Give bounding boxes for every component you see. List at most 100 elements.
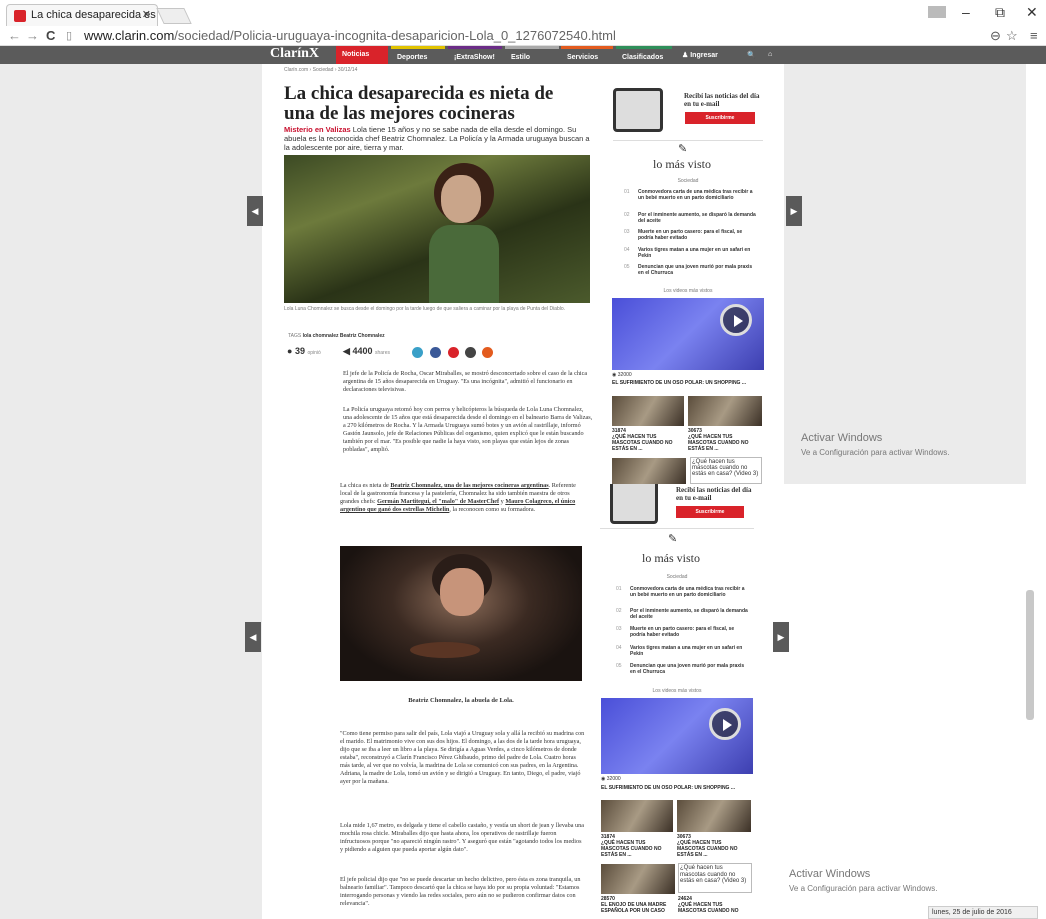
subscribe-button[interactable]: Suscribirme [676, 506, 744, 518]
menu-servicios[interactable]: Servicios [561, 46, 613, 64]
site-nav-bar: ClarínX Noticias Deportes ¡ExtraShow! Es… [0, 46, 1046, 64]
title: EL ENOJO DE UNA MADRE ESPAÑOLA POR UN CA… [601, 902, 667, 914]
title: ¿QUÉ HACEN TUS MASCOTAS CUANDO NO ESTÁS … [677, 840, 738, 858]
video-thumb-4-title[interactable]: 28570 EL ENOJO DE UNA MADRE ESPAÑOLA POR … [601, 896, 675, 914]
lola-photo[interactable] [284, 155, 590, 303]
most-viewed-item-5[interactable]: 05 Denuncian que una joven murió por mala… [616, 663, 750, 675]
most-viewed-item-1[interactable]: 01 Conmovedora carta de una médica tras r… [624, 189, 758, 201]
newsletter-text: Recibí las noticias del día en tu e-mail [676, 486, 752, 502]
right-area-bottom [772, 484, 1026, 919]
item-title: Denuncian que una joven murió por mala p… [638, 264, 753, 276]
most-viewed-item-5[interactable]: 05 Denuncian que una joven murió por mala… [624, 264, 758, 276]
most-viewed-item-1[interactable]: 01 Conmovedora carta de una médica tras r… [616, 586, 750, 598]
shares-count: ◀ 4400 shares [343, 346, 390, 357]
browser-tabbar: La chica desaparecida es ✕ – ⧉ ✕ [0, 0, 1046, 26]
most-viewed-title: lo más visto [653, 157, 712, 171]
video-thumb-3[interactable] [612, 458, 686, 484]
home-icon[interactable]: ⌂ [764, 46, 780, 64]
menu-icon[interactable]: ≡ [1030, 28, 1038, 43]
menu-deportes[interactable]: Deportes [391, 46, 445, 64]
most-viewed-item-2[interactable]: 02 Por el inminente aumento, se disparó l… [624, 212, 758, 224]
share-google-icon[interactable] [448, 347, 459, 358]
menu-extrashow[interactable]: ¡ExtraShow! [448, 46, 502, 64]
video-thumb-1-title[interactable]: 31874 ¿QUÉ HACEN TUS MASCOTAS CUANDO NO E… [601, 834, 673, 858]
share-facebook-icon[interactable] [430, 347, 441, 358]
breadcrumb[interactable]: Clarín.com › Sociedad › 30/12/14 [284, 67, 357, 73]
item-title: Conmovedora carta de una médica tras rec… [638, 189, 753, 201]
page-icon: ▯ [66, 30, 73, 42]
user-profile-icon[interactable] [928, 6, 946, 18]
video-thumb-1[interactable] [612, 396, 684, 426]
tab-close-icon[interactable]: ✕ [142, 8, 151, 21]
menu-noticias[interactable]: Noticias [336, 46, 388, 64]
most-viewed-item-2[interactable]: 02 Por el inminente aumento, se disparó l… [616, 608, 750, 620]
video-thumb-5-title[interactable]: 24624 ¿QUÉ HACEN TUS MASCOTAS CUANDO NO [678, 896, 752, 914]
video-caption-card[interactable]: ¿Qué hacen tus mascotas cuando no estás … [678, 863, 752, 893]
video-caption-card[interactable]: ¿Qué hacen tus mascotas cuando no estás … [690, 457, 762, 484]
zoom-icon[interactable]: ⊖ [990, 28, 1001, 44]
url-field[interactable]: www.clarin.com/sociedad/Policia-uruguaya… [84, 28, 616, 43]
minimize-icon[interactable]: – [962, 4, 970, 20]
video-thumb-2-title[interactable]: 30673 ¿QUÉ HACEN TUS MASCOTAS CUANDO NO E… [677, 834, 751, 858]
clarin-logo[interactable]: ClarínX [270, 46, 319, 62]
item-number: 05 [616, 663, 622, 669]
video-thumb-2[interactable] [688, 396, 762, 426]
search-icon[interactable]: 🔍 [744, 46, 760, 64]
subscribe-button[interactable]: Suscribirme [685, 112, 755, 124]
item-number: 03 [624, 229, 630, 235]
most-viewed-item-3[interactable]: 03 Muerte en un parto casero: para el fis… [624, 229, 758, 241]
item-number: 01 [624, 189, 630, 195]
phone-newsletter-icon [613, 88, 663, 132]
reload-icon[interactable]: C [46, 28, 55, 43]
video-thumb-3[interactable] [601, 864, 675, 894]
video-thumb-2[interactable] [677, 800, 751, 832]
views-value: 32000 [617, 372, 632, 378]
close-window-icon[interactable]: ✕ [1026, 4, 1038, 21]
menu-estilo[interactable]: Estilo [505, 46, 559, 64]
address-bar-row: ← → C ▯ www.clarin.com/sociedad/Policia-… [0, 26, 1046, 46]
bookmark-star-icon[interactable]: ☆ [1006, 28, 1018, 44]
item-title: Varios tigres matan a una mujer en un sa… [638, 247, 751, 259]
back-icon[interactable]: ← [8, 28, 21, 43]
comments-count[interactable]: ● 39 opinió [287, 346, 321, 356]
share-email-icon[interactable] [465, 347, 476, 358]
video-thumb-2-title[interactable]: 30673 ¿QUÉ HACEN TUS MASCOTAS CUANDO NO E… [688, 428, 762, 452]
photo2-caption: Beatriz Chomnalez, la abuela de Lola. [408, 697, 514, 704]
item-title: Varios tigres matan a una mujer en un sa… [630, 645, 743, 657]
shares-label: shares [374, 350, 390, 356]
p3-link-chomnalez[interactable]: Beatriz Chomnalez, una de las mejores co… [390, 482, 548, 489]
browser-tab[interactable]: La chica desaparecida es ✕ [6, 4, 158, 26]
item-title: Denuncian que una joven murió por mala p… [630, 663, 745, 675]
share-more-icon[interactable] [482, 347, 493, 358]
play-icon[interactable] [720, 304, 752, 336]
next-article-icon[interactable]: ▶ [786, 196, 802, 226]
url-host: www.clarin.com [84, 28, 175, 43]
video-player[interactable] [612, 298, 764, 370]
forward-icon[interactable]: → [26, 28, 39, 43]
next-article-icon[interactable]: ▶ [773, 622, 789, 652]
restore-icon[interactable]: ⧉ [995, 4, 1005, 21]
most-viewed-item-3[interactable]: 03 Muerte en un parto casero: para el fis… [616, 626, 750, 638]
prev-article-icon[interactable]: ◀ [247, 196, 263, 226]
prev-article-icon[interactable]: ◀ [245, 622, 261, 652]
new-tab-button[interactable] [156, 8, 192, 24]
most-viewed-item-4[interactable]: 04 Varios tigres matan a una mujer en un … [624, 247, 758, 259]
menu-clasificados[interactable]: Clasificados [616, 46, 672, 64]
video-title[interactable]: EL SUFRIMIENTO DE UN OSO POLAR: UN SHOPP… [601, 785, 753, 791]
menu-ingresar[interactable]: ♟ Ingresar [676, 46, 736, 64]
beatriz-photo[interactable] [340, 546, 582, 681]
video-thumb-1[interactable] [601, 800, 673, 832]
title: ¿QUÉ HACEN TUS MASCOTAS CUANDO NO ESTÁS … [612, 434, 673, 452]
ingresar-label: Ingresar [690, 52, 718, 59]
share-twitter-icon[interactable] [412, 347, 423, 358]
play-icon[interactable] [709, 708, 741, 740]
title: ¿QUÉ HACEN TUS MASCOTAS CUANDO NO ESTÁS … [601, 840, 662, 858]
p3-link-martitegui[interactable]: Germán Martitegui, el "malo" de MasterCh… [377, 498, 499, 505]
video-title[interactable]: EL SUFRIMIENTO DE UN OSO POLAR: UN SHOPP… [612, 380, 764, 386]
tags[interactable]: lola chomnalez Beatriz Chomnalez [303, 333, 385, 339]
scrollbar-thumb[interactable] [1026, 590, 1034, 720]
video-thumb-1-title[interactable]: 31874 ¿QUÉ HACEN TUS MASCOTAS CUANDO NO E… [612, 428, 684, 452]
video-player[interactable] [601, 698, 753, 774]
activate-windows-subtitle: Ve a Configuración para activar Windows. [789, 884, 938, 893]
most-viewed-item-4[interactable]: 04 Varios tigres matan a una mujer en un … [616, 645, 750, 657]
